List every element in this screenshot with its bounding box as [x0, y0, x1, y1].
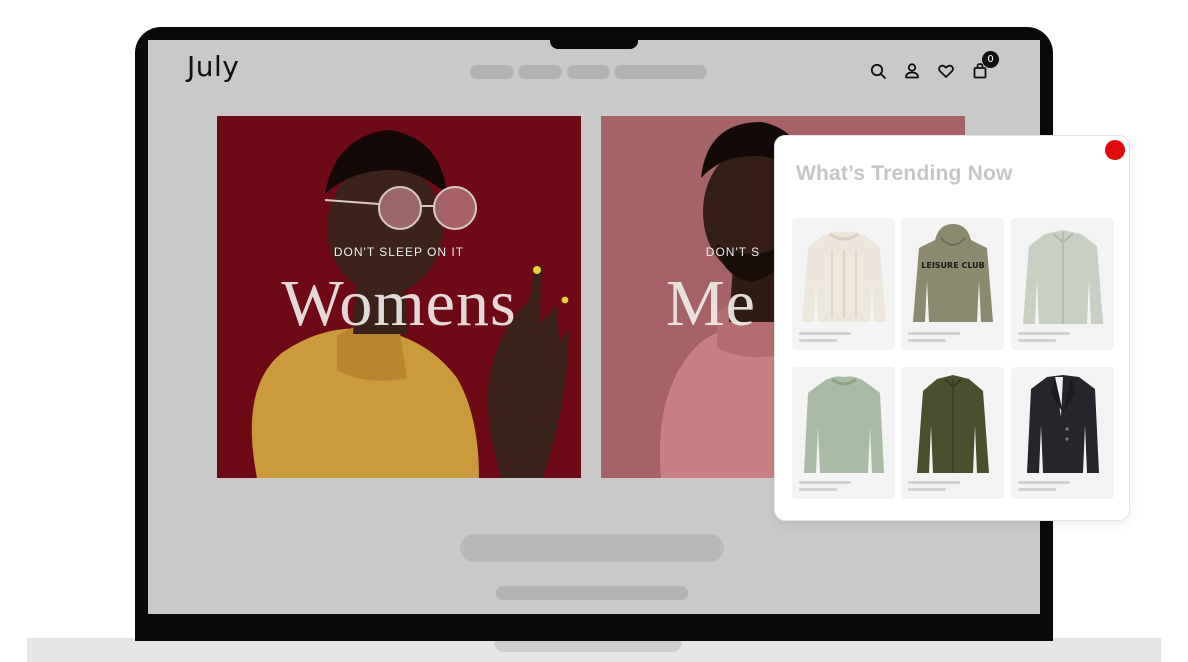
black-blazer-image [1027, 375, 1099, 473]
womens-title[interactable]: Womens [217, 266, 581, 342]
button-placeholder[interactable] [460, 534, 724, 562]
product-name-placeholder [908, 481, 960, 484]
nav-link-placeholder[interactable] [470, 65, 514, 79]
product-card[interactable] [901, 367, 1004, 499]
olive-leisure-club-hoodie-image: LEISURE CLUB [913, 224, 993, 322]
product-price-placeholder [799, 488, 837, 491]
dark-olive-shirt-image [917, 375, 989, 473]
product-name-placeholder [799, 332, 851, 335]
site-logo[interactable]: July [187, 50, 239, 83]
womens-category-panel[interactable]: DON'T SLEEP ON IT Womens [217, 116, 581, 478]
product-name-placeholder [1018, 481, 1070, 484]
trending-now-popup: What’s Trending Now LEISURE CLUB [775, 136, 1129, 520]
product-card[interactable]: LEISURE CLUB [901, 218, 1004, 350]
svg-text:LEISURE CLUB: LEISURE CLUB [921, 261, 984, 270]
laptop-mockup: July 0 DON'T SLEEP ON IT Womens DON'T S … [0, 0, 1188, 662]
text-placeholder [496, 586, 688, 600]
wishlist-heart-icon[interactable] [934, 59, 958, 83]
product-name-placeholder [908, 332, 960, 335]
mint-knit-sweater-image [804, 376, 884, 473]
account-icon[interactable] [900, 59, 924, 83]
product-price-placeholder [908, 339, 946, 342]
product-card[interactable] [1011, 367, 1114, 499]
product-name-placeholder [799, 481, 851, 484]
product-price-placeholder [908, 488, 946, 491]
camera-notch [550, 28, 638, 49]
product-name-placeholder [1018, 332, 1070, 335]
womens-eyebrow: DON'T SLEEP ON IT [333, 245, 465, 259]
nav-link-placeholder[interactable] [518, 65, 562, 79]
cream-cable-knit-sweater-image [802, 231, 886, 322]
nav-link-placeholder[interactable] [614, 65, 707, 79]
product-price-placeholder [1018, 339, 1056, 342]
product-card[interactable] [792, 218, 895, 350]
close-dot-icon[interactable] [1105, 140, 1125, 160]
product-card[interactable] [1011, 218, 1114, 350]
product-price-placeholder [799, 339, 837, 342]
product-card[interactable] [792, 367, 895, 499]
nav-link-placeholder[interactable] [567, 65, 610, 79]
sage-shirt-image [1023, 230, 1103, 324]
cart-count-badge: 0 [982, 51, 999, 68]
popup-title: What’s Trending Now [796, 162, 1013, 185]
search-icon[interactable] [866, 59, 890, 83]
product-price-placeholder [1018, 488, 1056, 491]
